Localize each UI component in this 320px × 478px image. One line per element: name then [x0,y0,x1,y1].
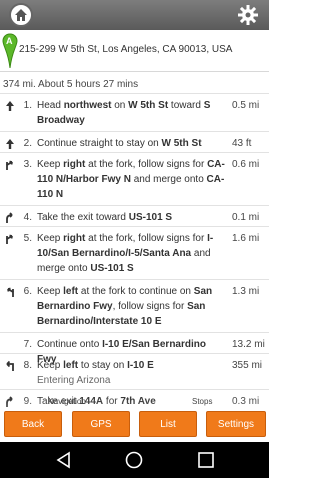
back-button[interactable]: Back [4,411,62,437]
instruction-text: at the fork, follow signs for [85,159,208,170]
step-number: 8. [23,360,32,371]
step-distance: 0.1 mi [232,212,260,223]
top-bar [0,0,269,30]
direction-step[interactable]: 1. Head northwest on W 5th St toward S Br… [0,93,269,131]
step-number: 4. [23,212,32,223]
instruction-text: and merge onto [130,174,207,185]
fork-right-icon [4,159,16,171]
instruction-text: Keep [37,360,64,371]
navigation-group-label: Navigation [48,397,86,406]
instruction-highlight: US-101 S [128,212,173,223]
step-number: 5. [23,233,32,244]
step-instruction: Head northwest on W 5th St toward S Broa… [37,98,227,128]
step-distance: 1.6 mi [232,233,260,244]
address-bar: A 215-299 W 5th St, Los Angeles, CA 9001… [0,32,269,72]
step-distance: 43 ft [232,138,252,149]
keep-left-icon [4,360,16,372]
gps-button[interactable]: GPS [72,411,130,437]
instruction-text: on [111,100,129,111]
instruction-text: at the fork, follow signs for [85,233,208,244]
system-nav-bar [0,442,269,478]
instruction-highlight: right [63,233,86,244]
instruction-highlight: northwest [63,100,112,111]
step-instruction: Take the exit toward US-101 S [37,210,227,225]
straight-arrow-icon [4,100,16,112]
direction-step[interactable]: 7. Continue onto I-10 E/San Bernardino Fw… [0,332,269,365]
step-number: 1. [23,100,32,111]
step-instruction: Continue straight to stay on W 5th St [37,136,227,151]
step-instruction: Keep left at the fork to continue on San… [37,284,227,329]
direction-step[interactable]: 8. Keep left to stay on I-10 E Entering Ar… [0,353,269,389]
instruction-highlight: right [63,159,86,170]
back-triangle-icon[interactable] [54,450,74,470]
step-distance: 355 mi [232,360,263,371]
instruction-highlight: W 5th St [161,138,202,149]
route-summary: 374 mi. About 5 hours 27 mins [3,79,139,90]
destination-address: 215-299 W 5th St, Los Angeles, CA 90013,… [19,44,233,55]
instruction-highlight: I-10 E [127,360,154,371]
directions-list: 1. Head northwest on W 5th St toward S Br… [0,93,269,419]
instruction-highlight: W 5th St [128,100,169,111]
instruction-text: toward [168,100,204,111]
home-icon[interactable] [9,3,33,27]
circle-home-icon[interactable] [124,450,144,470]
list-button[interactable]: List [139,411,197,437]
instruction-text: Keep [37,159,64,170]
step-distance: 13.2 mi [232,339,265,350]
step-number: 7. [23,339,32,350]
direction-step[interactable]: 6. Keep left at the fork to continue on S… [0,279,269,332]
settings-button[interactable]: Settings [206,411,266,437]
direction-step[interactable]: 4. Take the exit toward US-101 S 0.1 mi [0,205,269,226]
instruction-text: Keep [37,286,64,297]
step-distance: 0.5 mi [232,100,260,111]
direction-step[interactable]: 2. Continue straight to stay on W 5th St 4… [0,131,269,152]
instruction-text: to stay on [78,360,128,371]
step-distance: 0.6 mi [232,159,260,170]
instruction-text: , follow signs for [112,301,188,312]
start-marker-label: A [6,36,13,46]
instruction-highlight: left [63,286,79,297]
gear-icon[interactable] [237,4,259,26]
step-instruction: Keep right at the fork, follow signs for… [37,157,227,202]
instruction-text: Continue straight to stay on [37,138,162,149]
direction-step[interactable]: 3. Keep right at the fork, follow signs f… [0,152,269,205]
instruction-text: Head [37,100,64,111]
square-recents-icon[interactable] [196,450,216,470]
instruction-text: Keep [37,233,64,244]
instruction-highlight: US-101 S [90,263,134,274]
instruction-text: at the fork to continue on [78,286,194,297]
step-number: 6. [23,286,32,297]
straight-arrow-icon [4,138,16,150]
step-number: 3. [23,159,32,170]
step-subtext: Entering Arizona [37,375,111,386]
instruction-text: Take the exit toward [37,212,129,223]
instruction-highlight: left [63,360,79,371]
step-instruction: Keep left to stay on I-10 E Entering Ariz… [37,358,227,388]
fork-left-icon [4,286,16,298]
ramp-right-icon [4,212,16,224]
instruction-text: Continue onto [37,339,103,350]
step-instruction: Keep right at the fork, follow signs for… [37,231,227,276]
direction-step[interactable]: 5. Keep right at the fork, follow signs f… [0,226,269,279]
fork-right-icon [4,233,16,245]
step-number: 2. [23,138,32,149]
step-distance: 1.3 mi [232,286,260,297]
start-marker-icon: A [2,32,18,72]
stops-group-label: Stops [192,397,213,406]
